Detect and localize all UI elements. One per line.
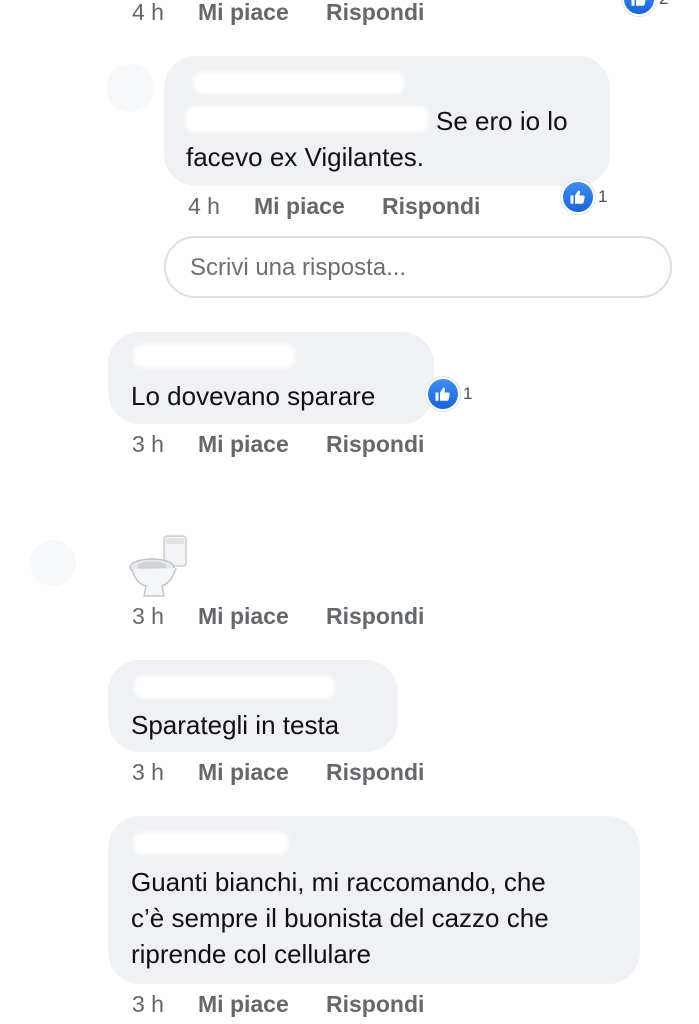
- reaction-summary[interactable]: 2: [622, 0, 668, 16]
- like-button[interactable]: Mi piace: [254, 191, 345, 221]
- comment-bubble: Se ero io lo facevo ex Vigilantes.: [164, 56, 610, 186]
- like-button[interactable]: Mi piace: [198, 0, 289, 27]
- comment-bubble: Sparategli in testa: [108, 660, 398, 752]
- comment-bubble: Guanti bianchi, mi raccomando, che c’è s…: [108, 816, 640, 984]
- comment-timestamp: 3 h: [132, 431, 164, 457]
- like-button[interactable]: Mi piace: [198, 989, 289, 1019]
- comment-meta: 3 h Mi piace Rispondi: [132, 429, 452, 459]
- comment-timestamp: 3 h: [132, 991, 164, 1017]
- reply-input-container[interactable]: [164, 236, 672, 298]
- comment-meta: 4 h Mi piace Rispondi: [188, 191, 508, 221]
- reply-button[interactable]: Rispondi: [326, 0, 424, 27]
- toilet-emoji: [128, 532, 190, 598]
- comment-meta: 4 h Mi piace Rispondi: [132, 0, 452, 27]
- reply-button[interactable]: Rispondi: [326, 757, 424, 787]
- like-button[interactable]: Mi piace: [198, 757, 289, 787]
- avatar: [30, 540, 76, 586]
- reaction-summary[interactable]: 1: [426, 377, 472, 411]
- reply-button[interactable]: Rispondi: [326, 601, 424, 631]
- comment-meta: 3 h Mi piace Rispondi: [132, 601, 452, 631]
- reply-button[interactable]: Rispondi: [326, 989, 424, 1019]
- comment-text: Se ero io lo facevo ex Vigilantes.: [186, 106, 568, 172]
- comment-text: Sparategli in testa: [131, 710, 340, 740]
- comment-timestamp: 4 h: [188, 193, 220, 219]
- author-name: [134, 676, 334, 698]
- author-name: [134, 344, 294, 368]
- comment-timestamp: 3 h: [132, 759, 164, 785]
- comment-timestamp: 3 h: [132, 603, 164, 629]
- reply-input[interactable]: [188, 250, 652, 286]
- comment-bubble: Lo dovevano sparare: [108, 332, 434, 424]
- comment-timestamp: 4 h: [132, 0, 164, 25]
- like-icon: [561, 180, 595, 214]
- reaction-count: 2: [659, 0, 668, 9]
- like-icon: [426, 377, 460, 411]
- comment-meta: 3 h Mi piace Rispondi: [132, 757, 452, 787]
- reply-button[interactable]: Rispondi: [326, 429, 424, 459]
- author-name: [134, 832, 288, 854]
- author-name: [194, 72, 404, 94]
- comment-thread: 4 h Mi piace Rispondi 2 Se ero io lo fac…: [0, 0, 699, 1024]
- like-button[interactable]: Mi piace: [198, 429, 289, 459]
- comment-meta: 3 h Mi piace Rispondi: [132, 989, 452, 1019]
- avatar: [106, 64, 154, 112]
- reaction-summary[interactable]: 1: [561, 180, 607, 214]
- comment-text: Lo dovevano sparare: [131, 381, 376, 411]
- reply-button[interactable]: Rispondi: [382, 191, 480, 221]
- reaction-count: 1: [598, 187, 608, 206]
- like-button[interactable]: Mi piace: [198, 601, 289, 631]
- like-icon: [622, 0, 656, 16]
- comment-text: Guanti bianchi, mi raccomando, che c’è s…: [131, 867, 549, 969]
- reaction-count: 1: [463, 384, 473, 403]
